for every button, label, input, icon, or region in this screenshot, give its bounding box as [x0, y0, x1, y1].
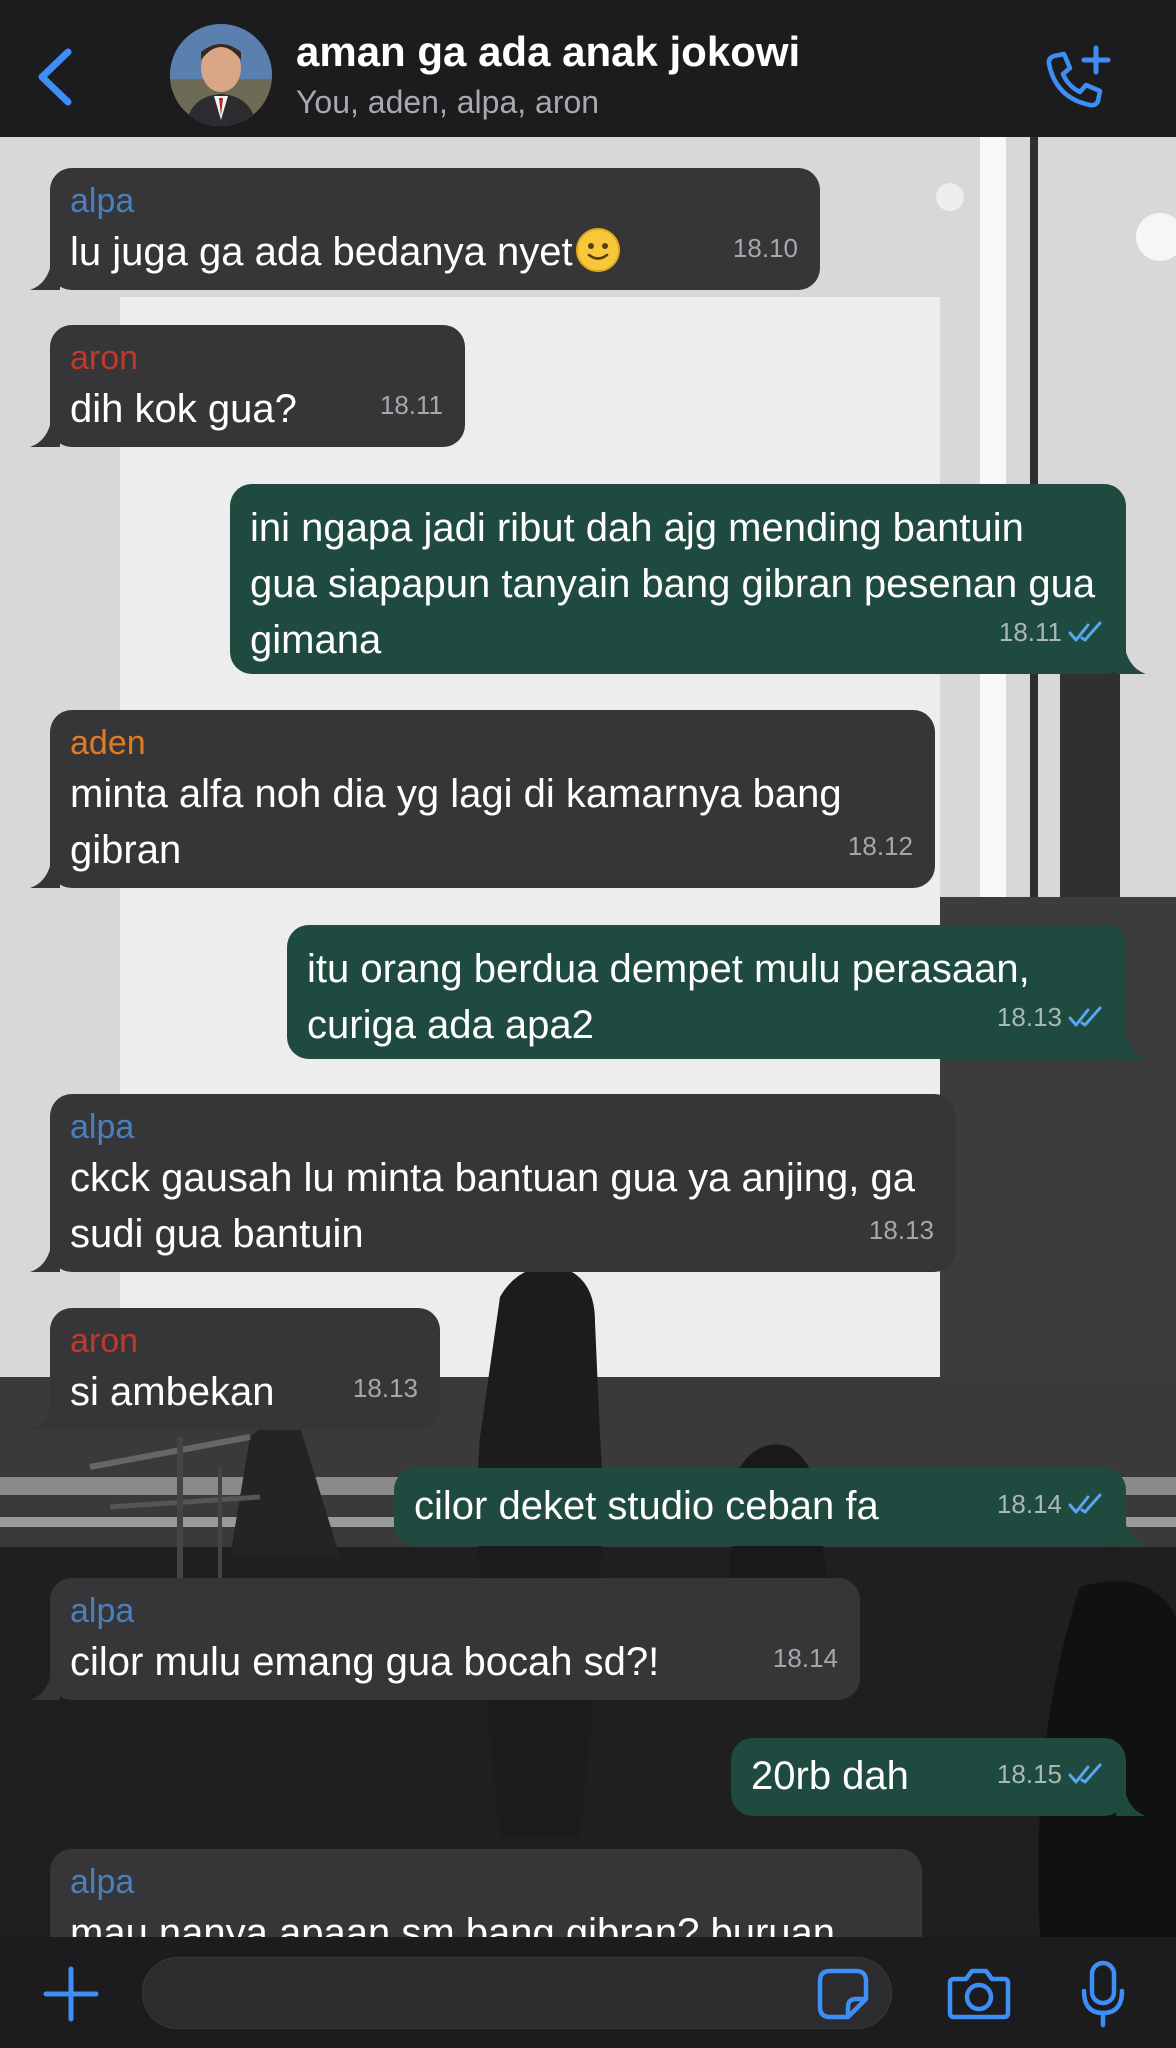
- bubble-tail: [30, 417, 60, 447]
- read-receipt-icon: [1068, 1006, 1102, 1027]
- message-meta: 18.14: [773, 1630, 838, 1686]
- message-meta: 18.12: [848, 818, 913, 874]
- message-bubble[interactable]: aron si ambekan 18.13: [30, 1308, 440, 1430]
- message-bubble[interactable]: alpa lu juga ga ada bedanya nyet 18.10: [30, 168, 820, 290]
- bubble-tail: [30, 260, 60, 290]
- phone-add-icon: [1046, 45, 1111, 108]
- message-time: 18.15: [996, 1759, 1062, 1789]
- message-bubble[interactable]: alpa cilor mulu emang gua bocah sd?! 18.…: [30, 1578, 860, 1700]
- plus-icon: [43, 1966, 99, 2022]
- message-time: 18.11: [379, 390, 443, 420]
- message-text: cilor deket studio ceban fa: [414, 1484, 879, 1528]
- bubble-tail: [30, 1242, 60, 1272]
- microphone-icon: [1081, 1960, 1125, 2028]
- bubble-tail: [1116, 1029, 1146, 1059]
- sender-name: aron: [70, 339, 139, 377]
- avatar-image: [170, 24, 272, 126]
- message-input[interactable]: [142, 1957, 892, 2029]
- bubble-tail: [30, 1400, 60, 1430]
- slightly-smiling-face-icon: [575, 228, 620, 272]
- message-composer: [0, 1937, 1176, 2048]
- message-meta: 18.10: [733, 220, 798, 276]
- message-text: lu juga ga ada bedanya nyet: [70, 230, 573, 274]
- message-bubble[interactable]: 20rb dah 18.15: [731, 1738, 1146, 1816]
- camera-button[interactable]: [946, 1965, 1012, 2023]
- message-time: 18.12: [847, 831, 913, 861]
- camera-icon: [947, 1968, 1011, 2020]
- bubble-tail: [30, 1670, 60, 1700]
- chat-title[interactable]: aman ga ada anak jokowi: [296, 28, 800, 76]
- message-text: ini ngapa jadi ribut dah ajg mending ban…: [250, 506, 1096, 662]
- attach-button[interactable]: [42, 1965, 100, 2023]
- bubble-tail: [1116, 1516, 1146, 1546]
- message-bubble[interactable]: cilor deket studio ceban fa 18.14: [394, 1468, 1146, 1546]
- chevron-left-icon: [38, 48, 72, 106]
- sender-name: alpa: [70, 1863, 135, 1901]
- message-time: 18.11: [998, 617, 1062, 647]
- message-text: 20rb dah: [751, 1754, 909, 1798]
- bubble-tail: [30, 858, 60, 888]
- read-receipt-icon: [1068, 621, 1102, 642]
- message-time: 18.14: [772, 1643, 838, 1673]
- message-meta: 18.11: [380, 377, 443, 433]
- message-bubble[interactable]: alpa ckck gausah lu minta bantuan gua ya…: [30, 1094, 956, 1272]
- back-button[interactable]: [32, 44, 82, 110]
- message-text: ckck gausah lu minta bantuan gua ya anji…: [70, 1156, 916, 1256]
- sender-name: alpa: [70, 182, 135, 220]
- chat-participants[interactable]: You, aden, alpa, aron: [296, 84, 599, 121]
- message-meta: 18.11: [999, 604, 1104, 660]
- sender-name: alpa: [70, 1592, 135, 1630]
- message-bubble[interactable]: aron dih kok gua? 18.11: [30, 325, 465, 447]
- sticker-button[interactable]: [816, 1967, 870, 2021]
- message-time: 18.10: [732, 233, 798, 263]
- message-bubble[interactable]: ini ngapa jadi ribut dah ajg mending ban…: [230, 484, 1146, 674]
- read-receipt-icon: [1068, 1763, 1102, 1784]
- add-call-button[interactable]: [1040, 44, 1114, 110]
- sender-name: alpa: [70, 1108, 135, 1146]
- read-receipt-icon: [1068, 1493, 1102, 1514]
- message-bubble[interactable]: itu orang berdua dempet mulu perasaan, c…: [287, 925, 1146, 1059]
- sticker-icon: [817, 1968, 869, 2020]
- message-time: 18.14: [996, 1489, 1062, 1519]
- bubble-tail: [1116, 644, 1146, 674]
- message-text: mau nanya apaan sm bang gibran? buruan: [70, 1911, 835, 1937]
- sender-name: aden: [70, 724, 146, 762]
- message-bubble[interactable]: aden minta alfa noh dia yg lagi di kamar…: [30, 710, 935, 888]
- voice-message-button[interactable]: [1078, 1959, 1128, 2029]
- message-meta: 18.15: [997, 1746, 1104, 1802]
- message-bubble[interactable]: alpa mau nanya apaan sm bang gibran? bur…: [50, 1849, 922, 1937]
- message-text: si ambekan: [70, 1370, 275, 1414]
- message-meta: 18.13: [353, 1360, 418, 1416]
- group-avatar[interactable]: [170, 24, 272, 126]
- chat-header: aman ga ada anak jokowi You, aden, alpa,…: [0, 0, 1176, 137]
- message-time: 18.13: [868, 1215, 934, 1245]
- message-text: minta alfa noh dia yg lagi di kamarnya b…: [70, 772, 842, 872]
- message-text: itu orang berdua dempet mulu perasaan, c…: [307, 947, 1030, 1047]
- message-text: dih kok gua?: [70, 387, 297, 431]
- message-text: cilor mulu emang gua bocah sd?!: [70, 1640, 660, 1684]
- message-meta: 18.13: [997, 989, 1104, 1045]
- message-time: 18.13: [996, 1002, 1062, 1032]
- sender-name: aron: [70, 1322, 139, 1360]
- message-meta: 18.13: [869, 1202, 934, 1258]
- message-list[interactable]: alpa lu juga ga ada bedanya nyet 18.10 a…: [0, 137, 1176, 1937]
- message-meta: 18.14: [997, 1476, 1104, 1532]
- bubble-tail: [1116, 1786, 1146, 1816]
- message-time: 18.13: [352, 1373, 418, 1403]
